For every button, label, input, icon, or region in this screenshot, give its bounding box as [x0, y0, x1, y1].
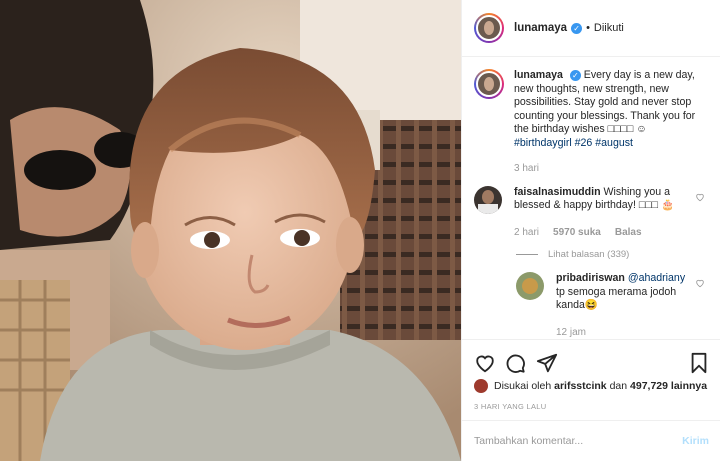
author-avatar[interactable] — [474, 13, 504, 43]
caption-time[interactable]: 3 hari — [514, 162, 539, 176]
post-header: lunamaya ✓ • Diikuti — [462, 0, 720, 57]
heart-icon[interactable] — [474, 352, 496, 374]
comment-mention[interactable]: @ahadriany — [628, 272, 685, 284]
comment-time[interactable]: 2 hari — [514, 226, 539, 240]
liked-by-user[interactable]: arifsstcink — [554, 380, 607, 392]
reply-item: pribadiriswan @ahadriany tp semoga meram… — [516, 272, 709, 339]
comment-like-heart-icon[interactable] — [695, 192, 705, 202]
post-comment-button[interactable]: Kirim — [682, 435, 709, 447]
comment-text: tp semoga merama jodoh kanda😆 — [556, 285, 677, 312]
caption-avatar[interactable] — [474, 69, 504, 99]
comment-like-heart-icon[interactable] — [695, 278, 705, 288]
comment-item: faisalnasimuddin Wishing you a blessed &… — [474, 185, 709, 240]
comments-list[interactable]: lunamaya ✓ Every day is a new day, new t… — [462, 57, 720, 339]
comment-time[interactable]: 12 jam — [556, 326, 586, 340]
author-username[interactable]: lunamaya — [514, 22, 567, 34]
view-replies-line — [516, 254, 538, 255]
follow-status-button[interactable]: Diikuti — [594, 22, 624, 34]
liker-avatar[interactable] — [474, 379, 488, 393]
comment-username[interactable]: pribadiriswan — [556, 272, 625, 284]
comment-icon[interactable] — [504, 352, 526, 374]
liked-by-summary: Disukai oleh arifsstcink dan 497,729 lai… — [474, 379, 707, 393]
liked-by-connector: dan — [609, 380, 628, 392]
verified-badge-icon: ✓ — [569, 69, 581, 81]
commenter-avatar[interactable] — [516, 272, 544, 300]
caption-username[interactable]: lunamaya — [514, 69, 563, 81]
view-replies-label: Lihat balasan (339) — [548, 249, 630, 260]
comment-likes[interactable]: 5970 suka — [553, 226, 601, 240]
likes-suffix[interactable]: lainnya — [671, 380, 707, 392]
comment-input[interactable] — [474, 435, 654, 447]
share-icon[interactable] — [536, 352, 558, 374]
post-date[interactable]: 3 HARI YANG LALU — [474, 402, 546, 411]
bookmark-icon[interactable] — [688, 352, 710, 374]
caption-hashtags[interactable]: #birthdaygirl #26 #august — [514, 137, 633, 149]
reply-button[interactable]: Balas — [615, 226, 642, 240]
verified-badge-icon: ✓ — [571, 22, 583, 34]
view-replies-button[interactable]: Lihat balasan (339) — [516, 249, 709, 260]
header-separator: • — [586, 22, 590, 34]
comment-username[interactable]: faisalnasimuddin — [514, 186, 601, 198]
commenter-avatar[interactable] — [474, 185, 502, 214]
caption-item: lunamaya ✓ Every day is a new day, new t… — [474, 69, 709, 176]
action-bar — [462, 339, 720, 379]
post-sidebar: lunamaya ✓ • Diikuti lunamaya ✓ Every da… — [461, 0, 720, 461]
add-comment-bar: Kirim — [462, 420, 720, 461]
photo-illustration — [0, 0, 461, 461]
liked-by-prefix: Disukai oleh — [494, 380, 552, 392]
post-photo[interactable] — [0, 0, 461, 461]
likes-count[interactable]: 497,729 — [630, 380, 668, 392]
